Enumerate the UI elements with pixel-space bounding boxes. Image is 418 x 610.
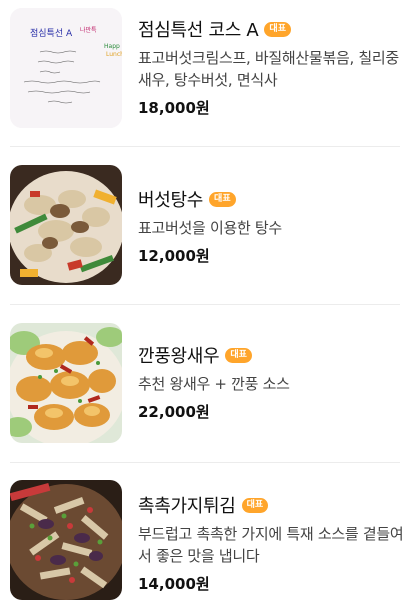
menu-item-image[interactable] <box>10 165 122 285</box>
menu-item-price: 18,000원 <box>138 99 210 117</box>
signature-badge: 대표 <box>225 347 252 363</box>
handwritten-menu-card-image: 점심특선 A 나만특 Happ Lunch <box>10 8 122 128</box>
signature-badge: 대표 <box>264 21 291 37</box>
menu-item-fried-eggplant[interactable]: 촉촉가지튀김 대표 부드럽고 촉촉한 가지에 특재 소스를 곁들여서 좋은 맛을… <box>0 474 418 610</box>
menu-item-mushroom-tangsu[interactable]: 버섯탕수 대표 표고버섯을 이용한 탕수 12,000원 <box>0 158 418 316</box>
svg-text:나만특: 나만특 <box>80 26 97 34</box>
menu-item-description: 표고버섯크림스프, 바질해산물볶음, 칠리중새우, 탕수버섯, 면식사 <box>138 49 399 89</box>
svg-text:Lunch: Lunch <box>106 51 122 58</box>
menu-item-image[interactable] <box>10 323 122 443</box>
divider <box>10 146 400 147</box>
svg-text:점심특선 A: 점심특선 A <box>30 27 73 39</box>
menu-item-lunch-course-a[interactable]: 점심특선 A 나만특 Happ Lunch 점심특선 코스 A 대표 표고버섯 <box>0 0 418 158</box>
kkanpung-shrimp-dish-image <box>10 323 122 443</box>
svg-text:Happ: Happ <box>104 43 120 50</box>
divider <box>10 462 400 463</box>
menu-item-price: 22,000원 <box>138 403 210 421</box>
menu-item-price: 12,000원 <box>138 247 210 265</box>
menu-item-description: 추천 왕새우 + 깐풍 소스 <box>138 375 290 393</box>
menu-item-image[interactable] <box>10 480 122 600</box>
fried-eggplant-dish-image <box>10 480 122 600</box>
menu-item-kkanpung-shrimp[interactable]: 깐풍왕새우 대표 추천 왕새우 + 깐풍 소스 22,000원 <box>0 316 418 474</box>
menu-item-name: 깐풍왕새우 <box>138 346 220 367</box>
signature-badge: 대표 <box>241 497 269 513</box>
menu-item-name: 점심특선 코스 A <box>138 20 259 41</box>
mushroom-sweet-sour-dish-image <box>10 165 122 285</box>
menu-item-description: 표고버섯을 이용한 탕수 <box>138 219 282 237</box>
menu-item-price: 14,000원 <box>138 575 210 593</box>
menu-item-name: 촉촉가지튀김 <box>138 496 236 517</box>
menu-item-name: 버섯탕수 <box>138 190 204 211</box>
menu-item-image[interactable]: 점심특선 A 나만특 Happ Lunch <box>10 8 122 128</box>
divider <box>10 304 400 305</box>
signature-badge: 대표 <box>209 191 236 207</box>
menu-item-description: 부드럽고 촉촉한 가지에 특재 소스를 곁들여서 좋은 맛을 냅니다 <box>138 525 404 565</box>
menu-list: 점심특선 A 나만특 Happ Lunch 점심특선 코스 A 대표 표고버섯 <box>0 0 418 610</box>
